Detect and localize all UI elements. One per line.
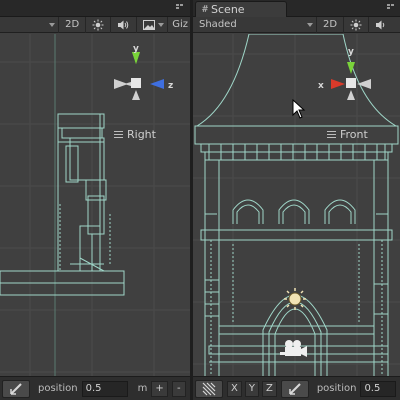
gizmo-center-cube[interactable] [131,78,141,88]
gizmo-y-cone[interactable] [347,62,355,74]
shading-dropdown[interactable] [0,16,60,33]
tab-scene-label: Scene [211,3,245,16]
snap-button[interactable] [2,379,30,398]
tab-strip [0,0,190,17]
gizmo-z-cone[interactable] [150,79,164,89]
shading-dropdown[interactable]: Shaded [193,16,317,33]
axis-z-toggle[interactable]: Z [261,380,277,397]
scene-view-front: # Scene Shaded 2D y x Front X Y Z positi… [193,0,400,400]
bottom-toolbar: position 0.5 m + - [0,376,190,400]
position-field[interactable]: 0.5 [360,380,397,397]
pane-menu-icon[interactable] [176,4,186,13]
axis-y-toggle[interactable]: Y [244,380,259,397]
axis-toggle-group: X Y Z [227,380,277,397]
decrement-button[interactable]: - [171,380,186,397]
position-field[interactable]: 0.5 [81,380,128,397]
scene-toolbar: 2D Giz [0,16,190,33]
gizmo-neg-y-cone[interactable] [132,90,140,100]
unit-label: m [137,383,148,394]
front-viewport[interactable]: y x Front [193,34,400,376]
view-name-label[interactable]: Right [114,128,156,141]
view-name-text: Right [127,128,156,141]
right-viewport[interactable]: y z Right [0,34,190,376]
tab-strip: # Scene [193,0,400,17]
orientation-gizmo[interactable]: y z [106,44,176,110]
increment-button[interactable]: + [151,380,168,397]
gizmos-dropdown[interactable]: Giz [168,17,190,33]
orientation-gizmo[interactable]: y x [311,44,391,110]
camera-icon[interactable] [280,340,307,357]
snap-icon [10,382,22,395]
lighting-toggle[interactable] [344,16,370,33]
scene-hash-icon: # [202,4,209,15]
snap-button[interactable] [280,379,309,398]
image-effects-icon [143,19,156,30]
grid-snap-button[interactable] [195,379,223,398]
gizmo-neg-x-cone[interactable] [114,79,128,89]
gizmo-x-label: x [318,81,324,91]
effects-dropdown[interactable] [137,16,169,33]
gizmo-neg-y-cone[interactable] [347,90,355,100]
audio-icon [118,20,129,29]
tab-scene[interactable]: # Scene [195,1,287,17]
position-label: position [38,383,78,394]
gizmo-z-label: z [168,81,173,91]
view-menu-icon [327,131,336,138]
gizmo-center-cube[interactable] [346,78,356,88]
view-name-label[interactable]: Front [327,128,368,141]
audio-toggle[interactable] [369,17,394,33]
gizmo-x-cone[interactable] [331,79,345,89]
audio-toggle[interactable] [111,16,138,33]
scene-view-right: 2D Giz y z Right position 0.5 m + - [0,0,190,400]
lighting-toggle[interactable] [86,16,112,33]
view-menu-icon [114,131,123,138]
axis-x-toggle[interactable]: X [227,380,242,397]
bottom-toolbar: X Y Z position 0.5 [193,376,400,400]
mode-2d-button[interactable]: 2D [317,16,345,33]
grid-snap-icon [202,382,216,395]
gizmo-neg-x-cone[interactable] [357,79,371,89]
gizmo-y-label: y [348,47,354,57]
gizmo-y-label: y [133,44,139,54]
pane-menu-icon[interactable] [387,4,397,13]
position-label: position [316,383,357,394]
mode-2d-button[interactable]: 2D [59,16,87,33]
sun-icon [350,19,362,30]
view-name-text: Front [340,128,368,141]
audio-icon [376,20,385,29]
sun-icon [92,19,104,30]
snap-icon [289,382,301,395]
scene-toolbar: Shaded 2D [193,16,400,33]
